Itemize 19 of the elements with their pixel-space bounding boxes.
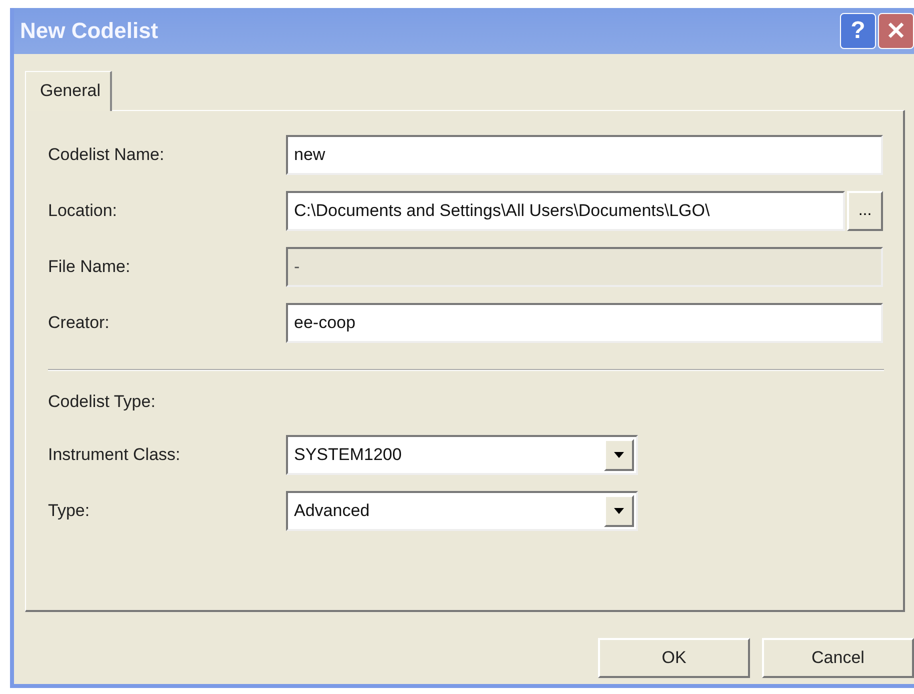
input-field[interactable]: C:\Documents and Settings\All Users\Documents\LGO\ xyxy=(286,191,845,231)
field-label: File Name: xyxy=(48,257,132,277)
browse-button[interactable]: ... xyxy=(847,191,883,231)
window-title: New Codelist xyxy=(20,18,160,44)
tab[interactable]: General xyxy=(25,71,112,111)
input-field[interactable]: ee-coop xyxy=(286,303,883,343)
field-label: Instrument Class: xyxy=(48,445,182,465)
field-label: Location: xyxy=(48,201,118,221)
dialog-button[interactable]: OK xyxy=(598,638,750,678)
dropdown[interactable]: SYSTEM1200 xyxy=(286,435,638,475)
dialog-button[interactable]: Cancel xyxy=(762,638,914,678)
section-label: Codelist Type: xyxy=(48,392,156,412)
field-label: Codelist Name: xyxy=(48,145,166,165)
dropdown[interactable]: Advanced xyxy=(286,491,638,531)
field-label: Creator: xyxy=(48,313,110,333)
help-button[interactable]: ? xyxy=(840,13,876,49)
input-field[interactable]: new xyxy=(286,135,883,175)
close-button[interactable]: ✕ xyxy=(878,13,914,49)
field-label: Type: xyxy=(48,501,91,521)
